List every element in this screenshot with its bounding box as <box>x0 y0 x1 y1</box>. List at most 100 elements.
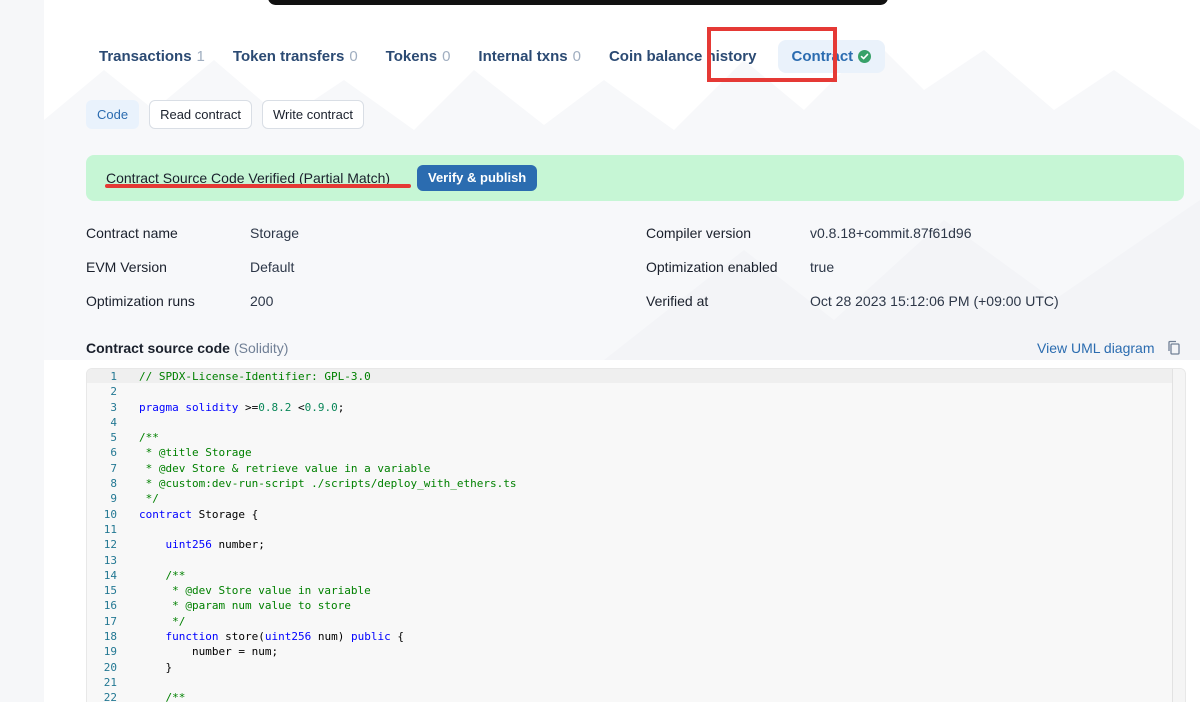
line-number: 10 <box>103 507 117 521</box>
code-editor[interactable]: 1 // SPDX-License-Identifier: GPL-3.0 2 3 pr… <box>86 368 1186 702</box>
code-text: * @dev Store value in variable <box>139 584 371 598</box>
view-uml-diagram-link[interactable]: View UML diagram <box>1037 340 1155 356</box>
line-number: 13 <box>103 553 117 567</box>
code-line: 5 /** <box>87 430 517 445</box>
code-text: * @title Storage <box>139 446 252 460</box>
optimization-enabled-label: Optimization enabled <box>646 259 778 275</box>
code-line: 10 contract Storage { <box>87 507 517 522</box>
line-number: 18 <box>103 630 117 644</box>
subtab-write-contract[interactable]: Write contract <box>262 100 364 129</box>
code-line: 7 * @dev Store & retrieve value in a var… <box>87 461 517 476</box>
line-number: 12 <box>103 538 117 552</box>
code-text: contract Storage { <box>139 507 259 521</box>
line-number: 7 <box>110 461 117 475</box>
tab-count: 0 <box>349 47 358 65</box>
tab-internal-txns[interactable]: Internal txns 0 <box>465 40 594 73</box>
contract-name-value: Storage <box>250 225 300 241</box>
code-text: * @param num value to store <box>139 599 351 613</box>
tab-label: Transactions <box>99 47 192 65</box>
line-number: 4 <box>110 415 117 429</box>
line-number: 2 <box>110 385 117 399</box>
code-text: function store(uint256 num) public { <box>165 630 404 644</box>
code-line: 1 // SPDX-License-Identifier: GPL-3.0 <box>87 369 517 384</box>
code-line: 11 <box>87 522 517 537</box>
code-text: */ <box>139 614 186 628</box>
code-text: } <box>139 660 173 674</box>
main-tabs: Transactions 1 Token transfers 0 Tokens … <box>86 36 887 76</box>
code-text: // SPDX-License-Identifier: GPL-3.0 <box>139 370 371 383</box>
code-line: 12 uint256 number; <box>87 537 517 552</box>
code-text: pragma solidity >=0.8.2 <0.9.0; <box>139 400 345 414</box>
subtab-code[interactable]: Code <box>86 100 140 129</box>
editor-scrollbar[interactable] <box>1172 369 1185 702</box>
tab-label: Contract <box>791 47 854 65</box>
code-line: 18 function store(uint256 num) public { <box>87 629 517 644</box>
left-gutter <box>0 0 44 702</box>
code-line: 15 * @dev Store value in variable <box>87 583 517 598</box>
copy-icon[interactable] <box>1167 340 1181 356</box>
code-text: /** <box>139 568 186 582</box>
tab-label: Internal txns <box>478 47 568 65</box>
tab-count: 0 <box>442 47 451 65</box>
check-circle-icon <box>858 49 872 63</box>
verify-publish-button[interactable]: Verify & publish <box>417 165 538 191</box>
code-text: */ <box>139 492 159 506</box>
compiler-version-label: Compiler version <box>646 225 752 241</box>
source-language: (Solidity) <box>233 340 289 356</box>
tab-token-transfers[interactable]: Token transfers 0 <box>220 40 371 73</box>
code-text: /** <box>139 691 186 702</box>
tab-contract[interactable]: Contract <box>777 39 886 73</box>
page: Transactions 1 Token transfers 0 Tokens … <box>44 0 1200 702</box>
code-line: 19 number = num; <box>87 644 517 659</box>
code-text: number = num; <box>139 645 279 659</box>
code-line: 13 <box>87 553 517 568</box>
code-line: 22 /** <box>87 690 517 702</box>
contract-name-label: Contract name <box>86 225 178 241</box>
code-text: * @dev Store & retrieve value in a varia… <box>139 461 431 475</box>
code-line: 16 * @param num value to store <box>87 598 517 613</box>
verification-banner: Contract Source Code Verified (Partial M… <box>86 155 1184 201</box>
contract-subtabs: Code Read contract Write contract <box>86 100 364 129</box>
line-number: 8 <box>110 477 117 491</box>
code-text: /** <box>139 431 159 445</box>
line-number: 20 <box>103 660 117 674</box>
code-text: uint256 number; <box>165 538 265 552</box>
source-code-title: Contract source code <box>86 340 230 356</box>
line-number: 11 <box>103 522 117 536</box>
line-number: 21 <box>103 675 117 689</box>
line-number: 3 <box>110 400 117 414</box>
code-line: 17 */ <box>87 614 517 629</box>
tab-coin-balance-history[interactable]: Coin balance history <box>596 40 770 73</box>
tab-label: Token transfers <box>232 47 345 65</box>
tab-label: Coin balance history <box>608 47 757 65</box>
line-number: 17 <box>103 614 117 628</box>
code-line: 6 * @title Storage <box>87 445 517 460</box>
code-line: 20 } <box>87 660 517 675</box>
line-number: 1 <box>110 370 117 383</box>
code-line: 2 <box>87 384 517 399</box>
evm-version-label: EVM Version <box>86 259 167 275</box>
line-number: 19 <box>103 645 117 659</box>
line-number: 5 <box>110 431 117 445</box>
line-number: 14 <box>103 568 117 582</box>
line-number: 6 <box>110 446 117 460</box>
top-dark-bar <box>268 0 888 5</box>
source-code-heading: Contract source code (Solidity) <box>86 340 288 356</box>
code-lines: 1 // SPDX-License-Identifier: GPL-3.0 2 3 pr… <box>87 369 517 702</box>
code-line: 4 <box>87 415 517 430</box>
verified-at-value: Oct 28 2023 15:12:06 PM (+09:00 UTC) <box>810 293 1059 309</box>
tab-transactions[interactable]: Transactions 1 <box>86 40 218 73</box>
optimization-runs-value: 200 <box>250 293 274 309</box>
code-line: 21 <box>87 675 517 690</box>
line-number: 9 <box>110 492 117 506</box>
optimization-runs-label: Optimization runs <box>86 293 195 309</box>
tab-count: 0 <box>572 47 581 65</box>
optimization-enabled-value: true <box>810 259 835 275</box>
evm-version-value: Default <box>250 259 295 275</box>
code-line: 3 pragma solidity >=0.8.2 <0.9.0; <box>87 400 517 415</box>
code-line: 9 */ <box>87 491 517 506</box>
tab-tokens[interactable]: Tokens 0 <box>373 40 464 73</box>
code-text: * @custom:dev-run-script ./scripts/deplo… <box>139 477 517 491</box>
subtab-read-contract[interactable]: Read contract <box>149 100 253 129</box>
code-line: 14 /** <box>87 568 517 583</box>
